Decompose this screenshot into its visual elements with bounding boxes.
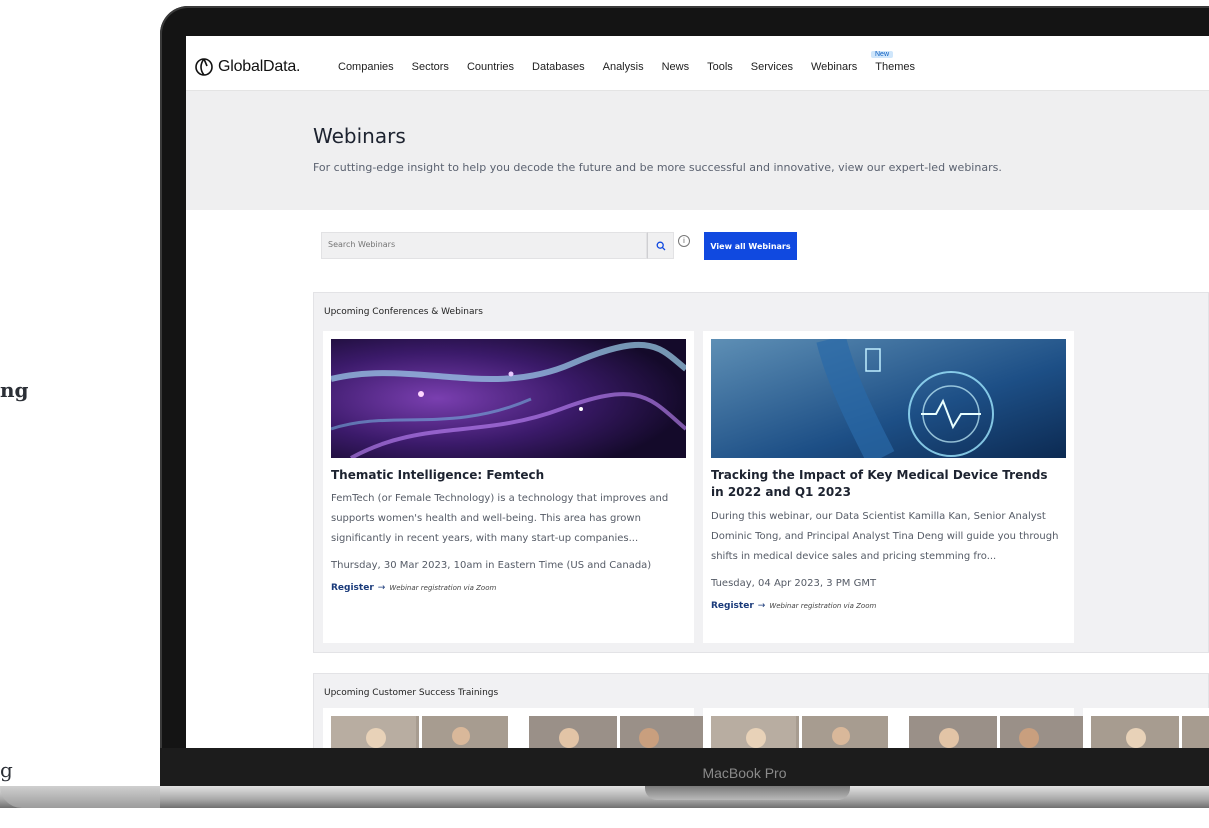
nav-links: Companies Sectors Countries Databases An…	[338, 61, 933, 73]
nav-databases[interactable]: Databases	[532, 61, 585, 73]
arrow-right-icon: →	[377, 583, 386, 593]
webinar-title[interactable]: Tracking the Impact of Key Medical Devic…	[711, 467, 1051, 501]
new-badge: New	[871, 51, 894, 58]
laptop-base-edge	[0, 786, 160, 808]
view-all-webinars-button[interactable]: View all Webinars	[704, 232, 797, 260]
medical-device-image	[711, 339, 1066, 458]
page-title: Webinars	[313, 124, 406, 148]
nav-news[interactable]: News	[662, 61, 690, 73]
section-title-trainings: Upcoming Customer Success Trainings	[324, 688, 499, 698]
webinar-title[interactable]: Thematic Intelligence: Femtech	[331, 467, 671, 484]
training-thumbnail	[529, 716, 706, 748]
upcoming-webinars-section: Upcoming Conferences & Webinars Thematic…	[313, 292, 1209, 653]
top-nav: GlobalData. Companies Sectors Countries …	[186, 36, 1209, 91]
training-thumbnail	[331, 716, 508, 748]
nav-themes[interactable]: Themes	[875, 61, 915, 73]
search-input[interactable]	[328, 240, 628, 249]
laptop-notch	[645, 786, 850, 800]
nav-webinars[interactable]: Webinars	[811, 61, 857, 73]
brand-name: GlobalData.	[218, 58, 301, 75]
nav-sectors[interactable]: Sectors	[412, 61, 449, 73]
nav-tools[interactable]: Tools	[707, 61, 733, 73]
register-link[interactable]: Register	[331, 583, 374, 593]
register-note: Webinar registration via Zoom	[389, 584, 497, 592]
training-thumbnail	[1091, 716, 1209, 748]
nav-companies[interactable]: Companies	[338, 61, 394, 73]
webinar-description: During this webinar, our Data Scientist …	[711, 511, 1059, 562]
training-card[interactable]	[703, 708, 1086, 748]
browser-screen: GlobalData. Companies Sectors Countries …	[186, 36, 1209, 748]
register-note: Webinar registration via Zoom	[769, 602, 877, 610]
register-link[interactable]: Register	[711, 601, 754, 611]
training-card[interactable]	[1083, 708, 1209, 748]
training-thumbnail	[909, 716, 1086, 748]
search-icon	[656, 241, 665, 250]
webinar-card-femtech[interactable]: Thematic Intelligence: Femtech FemTech (…	[323, 331, 694, 643]
hero-banner: Webinars For cutting-edge insight to hel…	[186, 91, 1209, 210]
nav-countries[interactable]: Countries	[467, 61, 514, 73]
side-slide-text-1: ng	[0, 378, 29, 402]
training-card[interactable]	[323, 708, 706, 748]
nav-services[interactable]: Services	[751, 61, 793, 73]
webinar-date: Thursday, 30 Mar 2023, 10am in Eastern T…	[331, 560, 652, 571]
register-row: Register → Webinar registration via Zoom	[711, 601, 876, 611]
search-box	[321, 232, 647, 259]
webinar-description: FemTech (or Female Technology) is a tech…	[331, 493, 669, 544]
section-title-upcoming: Upcoming Conferences & Webinars	[324, 307, 483, 317]
info-icon[interactable]: i	[678, 235, 690, 247]
laptop-base	[0, 786, 1209, 808]
register-row: Register → Webinar registration via Zoom	[331, 583, 496, 593]
training-thumbnail	[711, 716, 888, 748]
globaldata-logo-icon	[195, 58, 213, 76]
customer-trainings-section: Upcoming Customer Success Trainings	[313, 673, 1209, 748]
globaldata-logo[interactable]: GlobalData.	[194, 57, 300, 77]
arrow-right-icon: →	[757, 601, 766, 611]
device-label: MacBook Pro	[702, 765, 787, 781]
nav-analysis[interactable]: Analysis	[603, 61, 644, 73]
femtech-image	[331, 339, 686, 458]
webinar-card-medical-device[interactable]: Tracking the Impact of Key Medical Devic…	[703, 331, 1074, 643]
page-subtitle: For cutting-edge insight to help you dec…	[313, 161, 1002, 174]
webinar-date: Tuesday, 04 Apr 2023, 3 PM GMT	[711, 578, 877, 589]
search-button[interactable]	[647, 232, 674, 259]
